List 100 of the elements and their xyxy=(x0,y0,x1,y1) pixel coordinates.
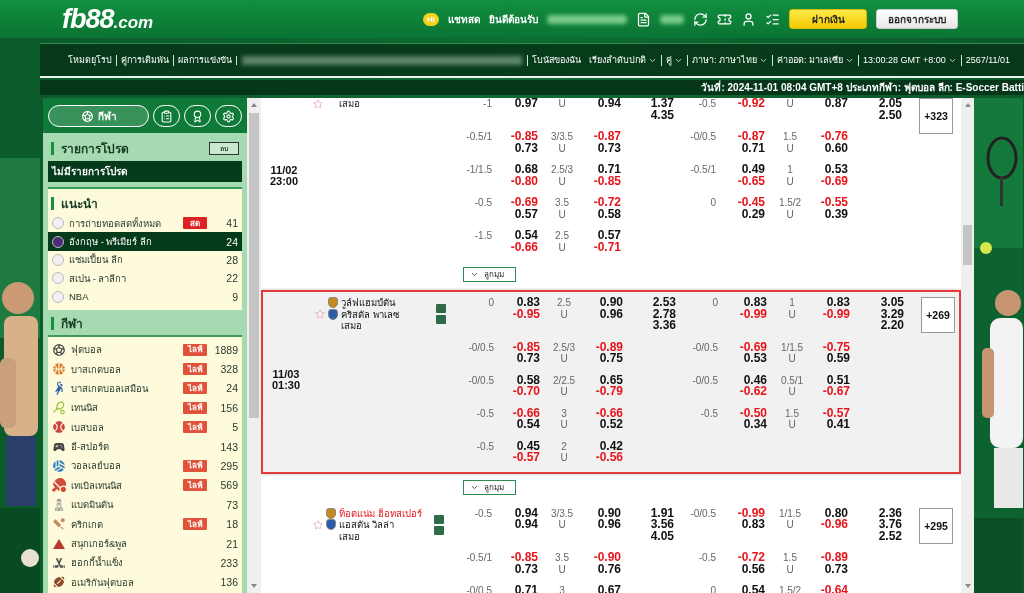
odds-value[interactable]: 0.76 xyxy=(597,563,621,575)
odds-value[interactable]: 0.46 xyxy=(743,374,767,386)
corners-toggle-button[interactable]: ลูกมุม xyxy=(463,267,516,282)
odds-value[interactable]: -0.76 xyxy=(820,131,848,143)
odds-value[interactable]: -0.71 xyxy=(593,241,621,253)
sport-item[interactable]: ฮอกกี้น้ำแข็ง 233 xyxy=(48,553,242,573)
odds-value[interactable]: -0.95 xyxy=(512,308,540,320)
odds-value[interactable]: 1.91 xyxy=(650,507,674,519)
odds-value[interactable]: 3.76 xyxy=(878,519,902,531)
more-bets-button[interactable]: +269 xyxy=(921,297,955,333)
odds-value[interactable]: 0.73 xyxy=(824,563,848,575)
league-item[interactable]: แชมเปี้ยน ลีก 28 xyxy=(48,250,242,270)
odds-value[interactable]: -0.85 xyxy=(510,552,538,564)
sport-item[interactable]: บาสเกตบอลเสมือน ไลฟ์ 24 xyxy=(48,378,242,399)
odds-value[interactable]: 0.71 xyxy=(741,142,765,154)
scrollbar[interactable] xyxy=(961,98,974,593)
deposit-button[interactable]: ฝากเงิน xyxy=(789,9,867,29)
odds-value[interactable]: -0.62 xyxy=(739,386,767,398)
nav-link[interactable]: ผลการแข่งขัน xyxy=(173,54,236,66)
odds-value[interactable]: 0.83 xyxy=(826,297,850,309)
odds-value[interactable]: 2.36 xyxy=(878,507,902,519)
odds-value[interactable]: 0.83 xyxy=(741,519,765,531)
odds-value[interactable]: 0.57 xyxy=(514,208,538,220)
odds-value[interactable]: -0.69 xyxy=(510,197,538,209)
corners-toggle-button[interactable]: ลูกมุม xyxy=(463,479,516,495)
nav-link[interactable]: 2567/11/01 xyxy=(960,54,1015,66)
odds-value[interactable]: -0.99 xyxy=(822,308,850,320)
odds-value[interactable]: 0.56 xyxy=(741,563,765,575)
nav-dropdown[interactable]: คู่ xyxy=(661,54,687,66)
scrollbar[interactable] xyxy=(247,98,261,593)
odds-value[interactable]: 4.05 xyxy=(650,530,674,542)
odds-value[interactable]: -0.89 xyxy=(820,552,848,564)
odds-value[interactable]: 2.05 xyxy=(878,98,902,110)
ticket-icon[interactable] xyxy=(717,11,732,27)
sport-item[interactable]: ฟุตบอล ไลฟ์ 1889 xyxy=(48,339,242,360)
checklist-icon[interactable] xyxy=(765,11,780,27)
odds-value[interactable]: -0.72 xyxy=(593,197,621,209)
sport-item[interactable]: อี-สปอร์ต 143 xyxy=(48,436,242,457)
odds-value[interactable]: -0.56 xyxy=(595,452,623,464)
odds-value[interactable]: 0.90 xyxy=(599,297,623,309)
odds-value[interactable]: 1.37 xyxy=(650,98,674,110)
star-icon[interactable] xyxy=(315,309,325,320)
document-icon[interactable] xyxy=(636,11,651,27)
odds-value[interactable]: 0.59 xyxy=(826,353,850,365)
odds-value[interactable]: -0.50 xyxy=(739,407,767,419)
odds-value[interactable]: 0.94 xyxy=(514,507,538,519)
odds-value[interactable]: 0.58 xyxy=(516,374,540,386)
nav-link[interactable]: คู่การเดิมพัน xyxy=(116,54,173,66)
scroll-down-icon[interactable] xyxy=(964,584,971,588)
odds-value[interactable]: -0.79 xyxy=(595,386,623,398)
odds-value[interactable]: 0.68 xyxy=(514,164,538,176)
odds-value[interactable]: -0.66 xyxy=(512,407,540,419)
nav-dropdown[interactable]: ค่าออด: มาเลเซีย xyxy=(772,54,859,66)
odds-value[interactable]: 0.83 xyxy=(516,297,540,309)
odds-value[interactable]: 0.53 xyxy=(824,164,848,176)
more-bets-button[interactable]: +295 xyxy=(919,507,953,544)
sport-item[interactable]: เทนนิส ไลฟ์ 156 xyxy=(48,398,242,418)
odds-value[interactable]: -0.80 xyxy=(510,175,538,187)
odds-value[interactable]: 0.41 xyxy=(826,419,850,431)
odds-value[interactable]: 3.29 xyxy=(880,308,904,320)
sport-item[interactable]: แบดมินตัน 73 xyxy=(48,495,242,515)
odds-value[interactable]: -0.85 xyxy=(510,131,538,143)
odds-value[interactable]: 4.35 xyxy=(650,109,674,121)
odds-value[interactable]: -0.55 xyxy=(820,197,848,209)
star-icon[interactable] xyxy=(313,98,323,109)
odds-value[interactable]: -0.69 xyxy=(820,175,848,187)
scroll-down-icon[interactable] xyxy=(251,584,257,588)
league-item[interactable]: สเปน - ลาลีกา 22 xyxy=(48,269,242,288)
nav-link[interactable]: โบนัสของฉัน xyxy=(527,54,585,66)
odds-value[interactable]: -0.67 xyxy=(822,386,850,398)
odds-value[interactable]: -0.75 xyxy=(822,341,850,353)
odds-value[interactable]: -0.96 xyxy=(820,519,848,531)
odds-value[interactable]: 0.29 xyxy=(741,208,765,220)
nav-dropdown[interactable]: ภาษา: ภาษาไทย xyxy=(687,54,772,66)
scroll-up-icon[interactable] xyxy=(251,103,257,107)
odds-value[interactable]: 0.45 xyxy=(516,440,540,452)
odds-value[interactable]: 0.97 xyxy=(514,98,538,110)
odds-value[interactable]: 0.73 xyxy=(514,563,538,575)
logout-button[interactable]: ออกจากระบบ xyxy=(876,9,958,29)
odds-value[interactable]: 0.73 xyxy=(514,142,538,154)
odds-value[interactable]: -0.66 xyxy=(595,407,623,419)
odds-value[interactable]: -0.99 xyxy=(739,308,767,320)
odds-value[interactable]: 0.87 xyxy=(824,98,848,110)
odds-value[interactable]: 0.54 xyxy=(516,419,540,431)
nav-dropdown[interactable]: 13:00:28 GMT +8:00 xyxy=(858,54,961,66)
star-icon[interactable] xyxy=(313,519,323,530)
odds-value[interactable]: 0.49 xyxy=(741,164,765,176)
odds-value[interactable]: 0.71 xyxy=(597,164,621,176)
odds-value[interactable]: -0.85 xyxy=(512,341,540,353)
odds-value[interactable]: -0.99 xyxy=(737,507,765,519)
odds-value[interactable]: 0.58 xyxy=(597,208,621,220)
odds-value[interactable]: 3.56 xyxy=(650,519,674,531)
refresh-icon[interactable] xyxy=(693,11,708,27)
odds-value[interactable]: -0.65 xyxy=(737,175,765,187)
scroll-thumb[interactable] xyxy=(963,225,972,265)
nav-dropdown[interactable]: เรียงลำดับปกติ xyxy=(585,54,661,66)
odds-value[interactable]: 0.34 xyxy=(743,419,767,431)
odds-value[interactable]: -0.89 xyxy=(595,341,623,353)
odds-value[interactable]: 0.60 xyxy=(824,142,848,154)
odds-value[interactable]: 0.75 xyxy=(599,353,623,365)
